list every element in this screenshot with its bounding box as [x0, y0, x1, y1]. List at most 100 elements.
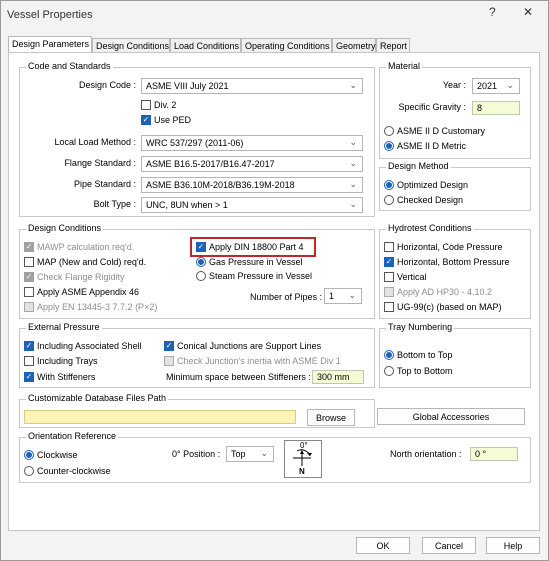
horizontal-bottom-checkbox[interactable]: ✓ Horizontal, Bottom Pressure — [384, 257, 510, 267]
code-standards-group: Code and Standards Design Code : ASME VI… — [19, 61, 375, 217]
checkmark-icon: ✓ — [164, 341, 174, 351]
group-title: Customizable Database Files Path — [26, 393, 169, 403]
close-icon[interactable]: ✕ — [523, 5, 533, 19]
flange-standard-label: Flange Standard : — [64, 158, 136, 168]
design-code-value: ASME VIII July 2021 — [146, 81, 229, 91]
diagram-north-label: N — [299, 467, 305, 476]
checkmark-icon: ✓ — [24, 341, 34, 351]
pipe-standard-label: Pipe Standard : — [73, 179, 136, 189]
help-title-button[interactable]: ? — [489, 5, 496, 19]
tab-load-conditions[interactable]: Load Conditions — [170, 38, 241, 53]
vertical-checkbox[interactable]: Vertical — [384, 272, 427, 282]
horizontal-code-checkbox[interactable]: Horizontal, Code Pressure — [384, 242, 503, 252]
checkmark-icon: ✓ — [141, 115, 151, 125]
ug99-label: UG-99(c) (based on MAP) — [397, 302, 502, 312]
ok-button[interactable]: OK — [356, 537, 410, 554]
database-path-field[interactable] — [24, 410, 296, 424]
external-pressure-group: External Pressure ✓ Including Associated … — [19, 322, 375, 388]
appendix46-label: Apply ASME Appendix 46 — [37, 287, 140, 297]
radio-selected-icon — [196, 257, 206, 267]
en13445-checkbox[interactable]: Apply EN 13445-3 7.7.2 (P×2) — [24, 302, 157, 312]
use-ped-checkbox[interactable]: ✓ Use PED — [141, 115, 191, 125]
cancel-button[interactable]: Cancel — [422, 537, 476, 554]
including-trays-checkbox[interactable]: Including Trays — [24, 356, 98, 366]
north-orientation-field[interactable]: 0 ° — [470, 447, 518, 461]
specific-gravity-field[interactable]: 8 — [472, 101, 520, 115]
tab-design-parameters[interactable]: Design Parameters — [8, 36, 92, 53]
radio-selected-icon — [384, 141, 394, 151]
div2-label: Div. 2 — [154, 100, 177, 110]
pipe-standard-select[interactable]: ASME B36.10M-2018/B36.19M-2018 ⌄ — [141, 177, 363, 193]
tab-design-conditions[interactable]: Design Conditions — [92, 38, 170, 53]
counter-clockwise-radio[interactable]: Counter-clockwise — [24, 466, 111, 476]
mawp-checkbox[interactable]: ✓ MAWP calculation req'd. — [24, 242, 134, 252]
use-ped-label: Use PED — [154, 115, 192, 125]
group-title: Code and Standards — [26, 61, 113, 71]
vessel-properties-window: Vessel Properties ? ✕ Design Parameters … — [0, 0, 549, 561]
min-space-field[interactable]: 300 mm — [312, 370, 364, 384]
ug99-checkbox[interactable]: UG-99(c) (based on MAP) — [384, 302, 502, 312]
group-title: Material — [386, 61, 423, 71]
asme-customary-radio[interactable]: ASME II D Customary — [384, 126, 485, 136]
bolt-type-select[interactable]: UNC, 8UN when > 1 ⌄ — [141, 197, 363, 213]
year-value: 2021 — [477, 81, 498, 91]
zero-position-label: 0° Position : — [172, 449, 221, 459]
div2-checkbox[interactable]: Div. 2 — [141, 100, 176, 110]
associated-shell-label: Including Associated Shell — [37, 341, 142, 351]
zero-position-select[interactable]: Top ⌄ — [226, 446, 274, 462]
design-code-select[interactable]: ASME VIII July 2021 ⌄ — [141, 78, 363, 94]
checkbox-icon — [24, 356, 34, 366]
radio-icon — [24, 466, 34, 476]
ad-hp30-checkbox[interactable]: Apply AD HP30 - 4.10.2 — [384, 287, 492, 297]
year-select[interactable]: 2021 ⌄ — [472, 78, 520, 94]
bottom-to-top-label: Bottom to Top — [397, 350, 453, 360]
flange-standard-select[interactable]: ASME B16.5-2017/B16.47-2017 ⌄ — [141, 156, 363, 172]
group-title: Design Method — [386, 161, 451, 171]
with-stiffeners-label: With Stiffeners — [37, 372, 96, 382]
help-button[interactable]: Help — [486, 537, 540, 554]
radio-selected-icon — [24, 450, 34, 460]
design-conditions-group: Design Conditions ✓ MAWP calculation req'… — [19, 223, 375, 319]
global-accessories-button[interactable]: Global Accessories — [377, 408, 525, 425]
hydrotest-group: Hydrotest Conditions Horizontal, Code Pr… — [379, 223, 531, 319]
tab-geometry[interactable]: Geometry — [332, 38, 376, 53]
number-of-pipes-value: 1 — [329, 291, 335, 301]
junction-inertia-checkbox[interactable]: Check Junction's inertia with ASME Div 1 — [164, 356, 341, 366]
conical-junctions-checkbox[interactable]: ✓ Conical Junctions are Support Lines — [164, 341, 321, 351]
design-code-label: Design Code : — [78, 80, 136, 90]
gas-pressure-radio[interactable]: Gas Pressure in Vessel — [196, 257, 303, 267]
browse-button[interactable]: Browse — [307, 409, 355, 426]
year-label: Year : — [442, 80, 466, 90]
asme-metric-radio[interactable]: ASME II D Metric — [384, 141, 466, 151]
zero-position-value: Top — [231, 449, 246, 459]
conical-junctions-label: Conical Junctions are Support Lines — [177, 341, 322, 351]
local-load-label: Local Load Method : — [54, 137, 136, 147]
checkbox-icon — [24, 287, 34, 297]
group-title: Design Conditions — [26, 223, 104, 233]
appendix46-checkbox[interactable]: Apply ASME Appendix 46 — [24, 287, 139, 297]
tab-operating-conditions[interactable]: Operating Conditions — [241, 38, 332, 53]
checkbox-icon — [384, 272, 394, 282]
steam-pressure-label: Steam Pressure in Vessel — [209, 271, 313, 281]
checkbox-icon — [384, 287, 394, 297]
junction-inertia-label: Check Junction's inertia with ASME Div 1 — [177, 356, 341, 366]
number-of-pipes-select[interactable]: 1 ⌄ — [324, 288, 362, 304]
associated-shell-checkbox[interactable]: ✓ Including Associated Shell — [24, 341, 142, 351]
checked-design-radio[interactable]: Checked Design — [384, 195, 463, 205]
north-orientation-label: North orientation : — [390, 449, 462, 459]
chevron-down-icon: ⌄ — [348, 290, 356, 300]
tab-report[interactable]: Report — [376, 38, 410, 53]
flange-rigidity-checkbox[interactable]: ✓ Check Flange Rigidity — [24, 272, 125, 282]
optimized-design-radio[interactable]: Optimized Design — [384, 180, 468, 190]
bottom-to-top-radio[interactable]: Bottom to Top — [384, 350, 452, 360]
clockwise-radio[interactable]: Clockwise — [24, 450, 78, 460]
group-title: Hydrotest Conditions — [386, 223, 474, 233]
top-to-bottom-radio[interactable]: Top to Bottom — [384, 366, 453, 376]
din18800-checkbox[interactable]: ✓ Apply DIN 18800 Part 4 — [196, 242, 304, 252]
checkbox-icon — [384, 242, 394, 252]
flange-rigidity-label: Check Flange Rigidity — [37, 272, 125, 282]
map-checkbox[interactable]: MAP (New and Cold) req'd. — [24, 257, 146, 267]
with-stiffeners-checkbox[interactable]: ✓ With Stiffeners — [24, 372, 95, 382]
steam-pressure-radio[interactable]: Steam Pressure in Vessel — [196, 271, 312, 281]
local-load-select[interactable]: WRC 537/297 (2011-06) ⌄ — [141, 135, 363, 151]
